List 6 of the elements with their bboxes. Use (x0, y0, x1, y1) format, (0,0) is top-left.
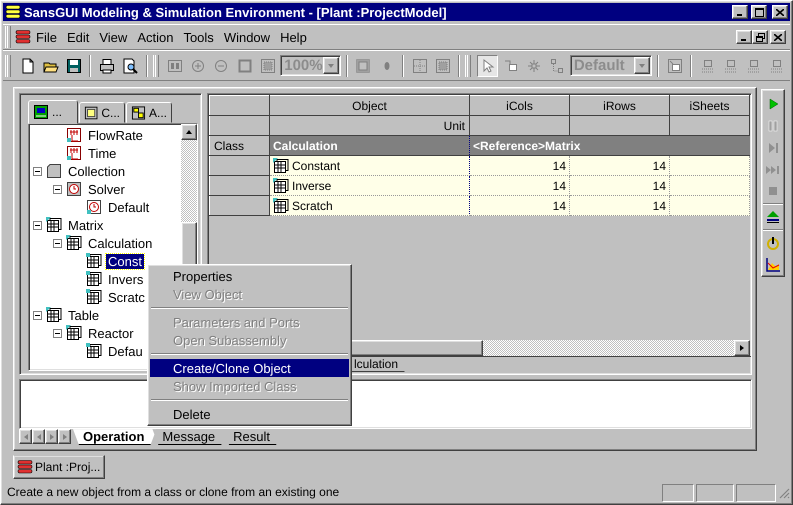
class-name-cell: Calculation (270, 136, 470, 156)
status-text: Create a new object from a class or clone from an existing one (6, 484, 340, 501)
unit-label: Unit (270, 116, 470, 136)
class-reference-cell: <Reference>Matrix (470, 136, 750, 156)
row-header-cell: Class (210, 136, 270, 156)
window-title: SansGUI Modeling & Simulation Environment - [Plant :ProjectModel] (24, 4, 447, 20)
